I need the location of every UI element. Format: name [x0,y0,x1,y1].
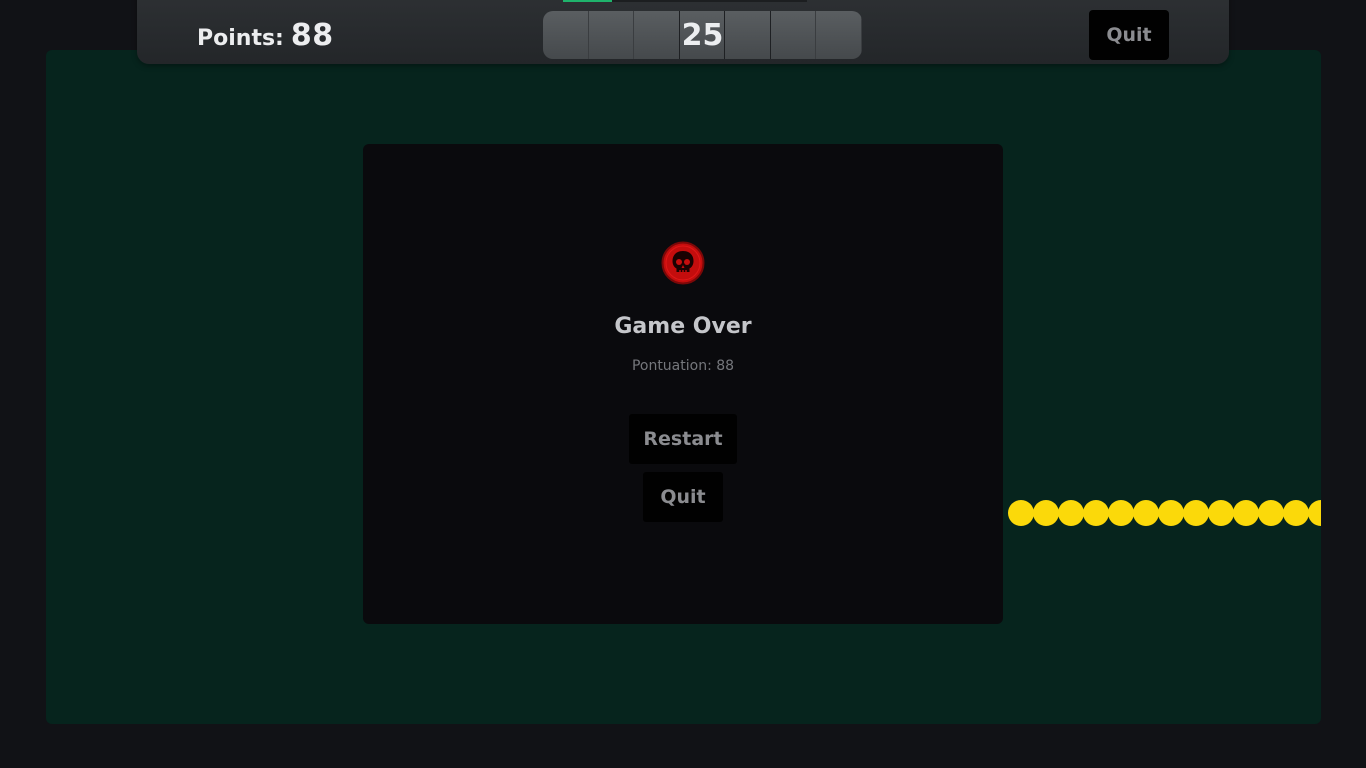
snake-segment [1133,500,1159,526]
timer: 25 [543,11,862,59]
snake-segment [1183,500,1209,526]
snake-segment [1308,500,1321,526]
game-screen: Points: 88 25 Quit Game Over Pontuation:… [0,0,1366,768]
snake-segment [1108,500,1134,526]
snake [1002,500,1321,526]
quit-button[interactable]: Quit [643,472,723,522]
snake-segment [1158,500,1184,526]
timer-value: 25 [681,17,724,53]
time-progress-fill [563,0,612,2]
hud-quit-button[interactable]: Quit [1089,10,1169,60]
game-over-title: Game Over [614,314,752,339]
points-display: Points: 88 [197,18,334,58]
final-score: Pontuation: 88 [631,358,735,374]
snake-segment [1058,500,1084,526]
snake-segment [1033,500,1059,526]
snake-segment [1008,500,1034,526]
snake-segment [1258,500,1284,526]
snake-segment [1283,500,1309,526]
game-over-dialog: Game Over Pontuation: 88 Restart Quit [363,144,1003,624]
snake-segment [1208,500,1234,526]
skull-icon [661,241,705,285]
points-value: 88 [290,18,334,53]
snake-segment [1083,500,1109,526]
points-label: Points: [197,26,284,51]
restart-button[interactable]: Restart [629,414,737,464]
snake-segment [1233,500,1259,526]
time-progress-bar [563,0,807,2]
